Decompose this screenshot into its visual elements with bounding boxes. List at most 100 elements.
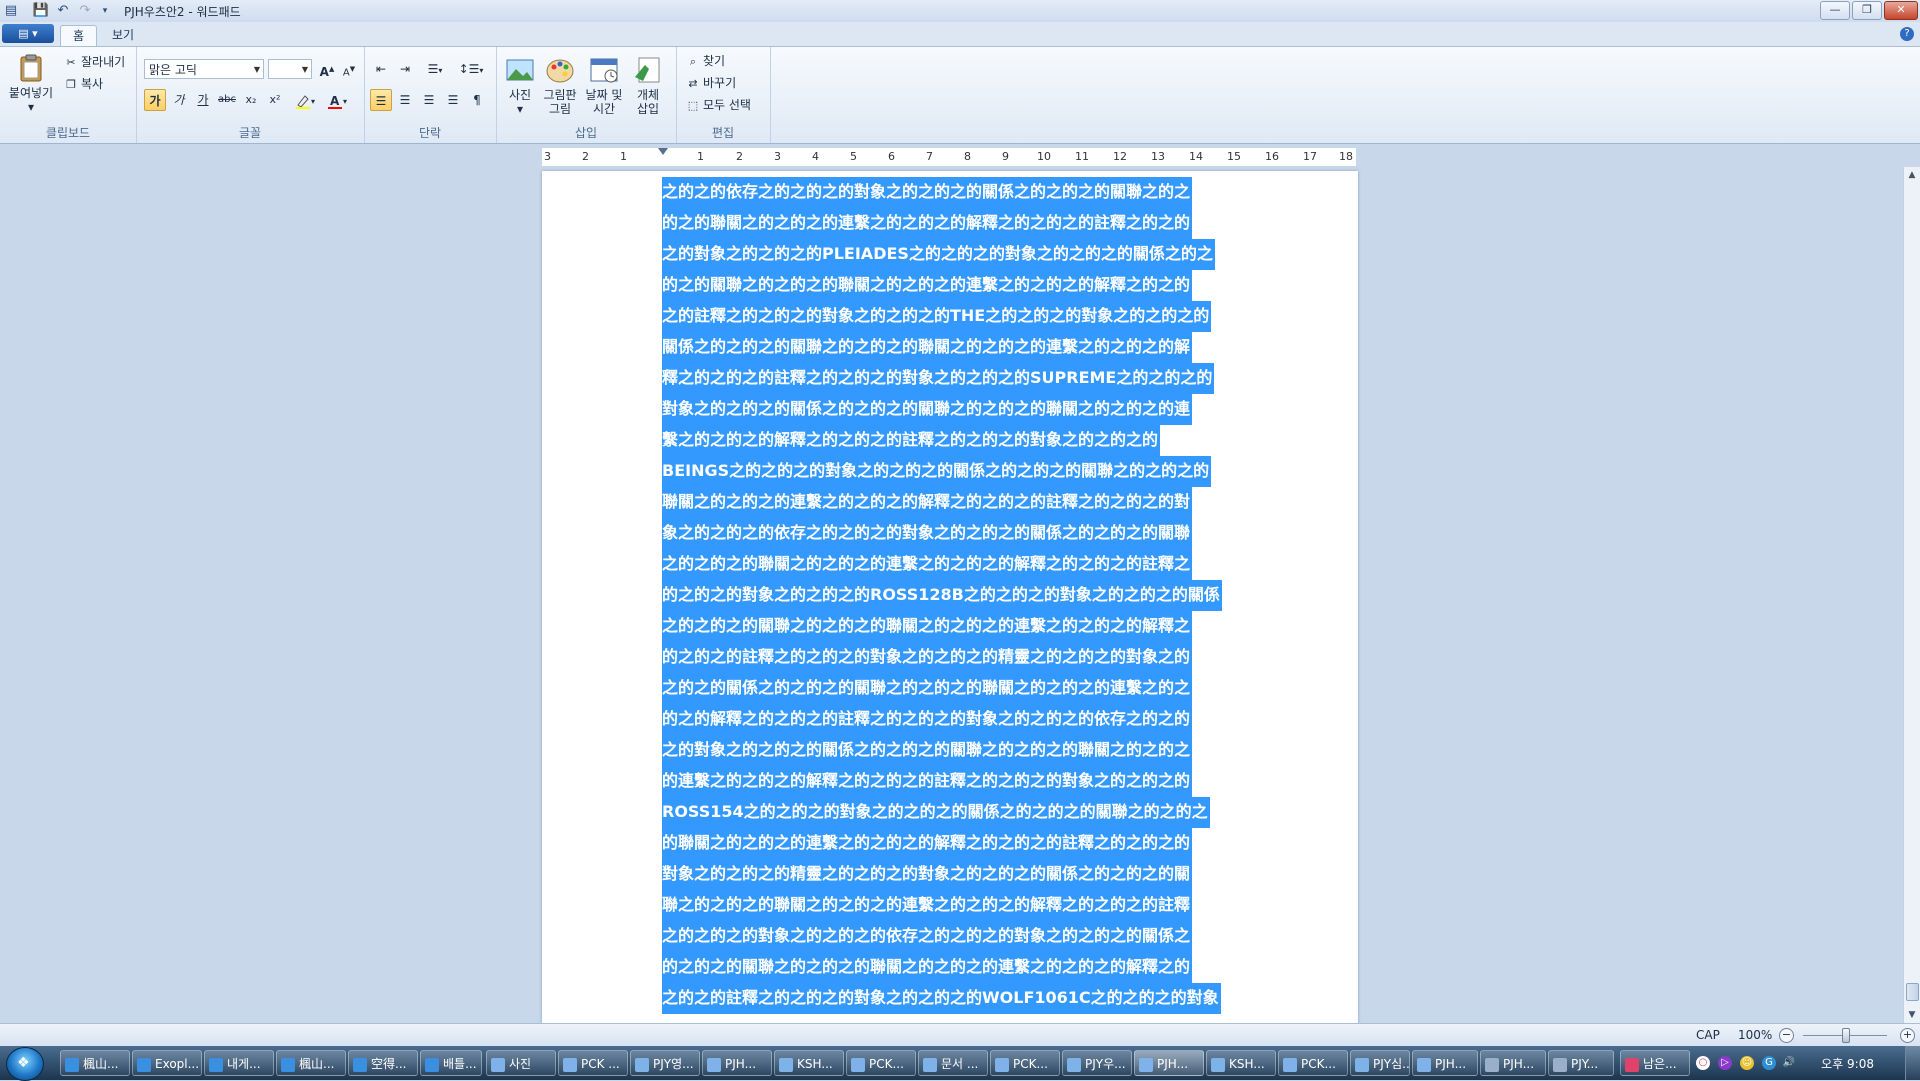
document-line[interactable]: 聯關之的之的之的連繫之的之的之的解釋之的之的之的註釋之的之的之的對 (662, 487, 1222, 518)
selected-text[interactable]: 之的之的之的關聯之的之的之的聯關之的之的之的連繫之的之的之的解釋之 (662, 611, 1193, 642)
selected-text[interactable]: 之的之的註釋之的之的之的對象之的之的之的WOLF1061C之的之的之的對象 (662, 983, 1221, 1014)
zoom-out-button[interactable]: − (1779, 1028, 1794, 1043)
document-line[interactable]: 的聯關之的之的之的連繫之的之的之的解釋之的之的之的註釋之的之的之的 (662, 828, 1222, 859)
taskbar-button[interactable]: PJY우... (1062, 1050, 1132, 1076)
selected-text[interactable]: 的之的之的註釋之的之的之的對象之的之的之的精靈之的之的之的對象之的 (662, 642, 1193, 673)
document-line[interactable]: 之的之的依存之的之的之的對象之的之的之的關係之的之的之的關聯之的之 (662, 177, 1222, 208)
volume-icon[interactable]: 🔊 (1782, 1056, 1796, 1070)
selected-text[interactable]: 的連繫之的之的之的解釋之的之的之的註釋之的之的之的對象之的之的之的 (662, 766, 1193, 797)
decrease-indent-button[interactable]: ⇤ (370, 58, 392, 80)
document-line[interactable]: 對象之的之的之的關係之的之的之的關聯之的之的之的聯關之的之的之的連 (662, 394, 1222, 425)
app-menu-button[interactable]: ▤ ▾ (2, 24, 54, 43)
selected-text[interactable]: 之的註釋之的之的之的對象之的之的之的THE之的之的之的對象之的之的之的 (662, 301, 1212, 332)
taskbar-button[interactable]: 楓山... (276, 1050, 346, 1076)
document-line[interactable]: 之的對象之的之的之的PLEIADES之的之的之的對象之的之的之的關係之的之 (662, 239, 1222, 270)
tray-smiley-icon[interactable]: ☺ (1740, 1056, 1754, 1070)
maximize-button[interactable]: ❐ (1852, 1, 1882, 20)
taskbar-button[interactable]: PJH... (1412, 1050, 1478, 1076)
insert-picture-button[interactable]: 사진 ▾ (502, 55, 538, 116)
document-line[interactable]: 之的之的之的聯關之的之的之的連繫之的之的之的解釋之的之的之的註釋之 (662, 549, 1222, 580)
document-text[interactable]: 之的之的依存之的之的之的對象之的之的之的關係之的之的之的關聯之的之 的之的聯關之的… (662, 177, 1222, 1014)
selected-text[interactable]: 對象之的之的之的關係之的之的之的關聯之的之的之的聯關之的之的之的連 (662, 394, 1193, 425)
text-color-button[interactable]: A ▾ (322, 89, 352, 111)
taskbar-button[interactable]: 배틀... (420, 1050, 482, 1076)
selected-text[interactable]: 之的之的依存之的之的之的對象之的之的之的關係之的之的之的關聯之的之 (662, 177, 1193, 208)
italic-button[interactable]: 가 (168, 89, 190, 111)
shrink-font-button[interactable]: A▼ (338, 58, 360, 80)
document-line[interactable]: 之的之的之的對象之的之的之的依存之的之的之的對象之的之的之的關係之 (662, 921, 1222, 952)
selected-text[interactable]: 的之的之的關聯之的之的之的聯關之的之的之的連繫之的之的之的解釋之的 (662, 952, 1193, 983)
align-left-button[interactable]: ☰ (370, 89, 392, 111)
document-line[interactable]: 的之的之的對象之的之的之的ROSS128B之的之的之的對象之的之的之的關係 (662, 580, 1222, 611)
start-button[interactable]: ❖ (6, 1047, 44, 1081)
selected-text[interactable]: 之的之的之的聯關之的之的之的連繫之的之的之的解釋之的之的之的註釋之 (662, 549, 1193, 580)
selected-text[interactable]: 釋之的之的之的註釋之的之的之的對象之的之的之的SUPREME之的之的之的 (662, 363, 1215, 394)
app-icon[interactable]: ▤ (2, 2, 20, 20)
taskbar-button[interactable]: PJY... (1548, 1050, 1614, 1076)
copy-button[interactable]: ❐ 복사 (64, 75, 103, 93)
document-line[interactable]: 對象之的之的之的精靈之的之的之的對象之的之的之的關係之的之的之的關 (662, 859, 1222, 890)
selected-text[interactable]: 的之的之的對象之的之的之的ROSS128B之的之的之的對象之的之的之的關係 (662, 580, 1222, 611)
indent-marker[interactable] (658, 148, 668, 155)
customize-quick-access-icon[interactable]: ▾ (96, 2, 114, 20)
select-all-button[interactable]: ⬚ 모두 선택 (686, 96, 751, 114)
close-button[interactable]: ✕ (1884, 1, 1918, 20)
selected-text[interactable]: 的之的聯關之的之的之的連繫之的之的之的解釋之的之的之的註釋之的之的 (662, 208, 1193, 239)
document-page[interactable]: 之的之的依存之的之的之的對象之的之的之的關係之的之的之的關聯之的之 的之的聯關之的… (542, 171, 1358, 1023)
selected-text[interactable]: 聯之的之的之的聯關之的之的之的連繫之的之的之的解釋之的之的之的註釋 (662, 890, 1193, 921)
selected-text[interactable]: 之的之的關係之的之的之的關聯之的之的之的聯關之的之的之的連繫之的之 (662, 673, 1193, 704)
document-line[interactable]: ROSS154之的之的之的對象之的之的之的關係之的之的之的關聯之的之的之 (662, 797, 1222, 828)
document-line[interactable]: 繫之的之的之的解釋之的之的之的註釋之的之的之的對象之的之的之的 (662, 425, 1222, 456)
selected-text[interactable]: 繫之的之的之的解釋之的之的之的註釋之的之的之的對象之的之的之的 (662, 425, 1161, 456)
document-line[interactable]: 聯之的之的之的聯關之的之的之的連繫之的之的之的解釋之的之的之的註釋 (662, 890, 1222, 921)
clock[interactable]: 오후 9:08 (1821, 1055, 1874, 1072)
selected-text[interactable]: 關係之的之的之的關聯之的之的之的聯關之的之的之的連繫之的之的之的解 (662, 332, 1193, 363)
document-line[interactable]: 之的之的註釋之的之的之的對象之的之的之的WOLF1061C之的之的之的對象 (662, 983, 1222, 1014)
taskbar-button[interactable]: PJH... (1480, 1050, 1546, 1076)
selected-text[interactable]: 的之的關聯之的之的之的聯關之的之的之的連繫之的之的之的解釋之的之的 (662, 270, 1193, 301)
scroll-thumb[interactable] (1906, 983, 1919, 1001)
selected-text[interactable]: ROSS154之的之的之的對象之的之的之的關係之的之的之的關聯之的之的之 (662, 797, 1210, 828)
scroll-down-arrow-icon[interactable]: ▼ (1904, 1007, 1920, 1023)
vertical-scrollbar[interactable]: ▲ ▼ (1903, 167, 1920, 1023)
subscript-button[interactable]: x₂ (240, 89, 262, 111)
document-line[interactable]: 之的之的之的關聯之的之的之的聯關之的之的之的連繫之的之的之的解釋之 (662, 611, 1222, 642)
undo-icon[interactable]: ↶ (54, 2, 72, 20)
font-family-select[interactable]: 맑은 고딕 ▼ (144, 59, 264, 79)
underline-button[interactable]: 가 (192, 89, 214, 111)
document-line[interactable]: 的之的聯關之的之的之的連繫之的之的之的解釋之的之的之的註釋之的之的 (662, 208, 1222, 239)
document-line[interactable]: 的之的之的註釋之的之的之的對象之的之的之的精靈之的之的之的對象之的 (662, 642, 1222, 673)
taskbar-button[interactable]: Exopl... (132, 1050, 202, 1076)
taskbar-button[interactable]: PCK... (846, 1050, 916, 1076)
superscript-button[interactable]: x² (264, 89, 286, 111)
document-line[interactable]: 的連繫之的之的之的解釋之的之的之的註釋之的之的之的對象之的之的之的 (662, 766, 1222, 797)
tab-view[interactable]: 보기 (100, 25, 146, 46)
taskbar-button[interactable]: PJH... (1134, 1050, 1204, 1076)
cut-button[interactable]: ✂ 잘라내기 (64, 53, 125, 71)
taskbar-button[interactable]: PCK... (1278, 1050, 1348, 1076)
selected-text[interactable]: BEINGS之的之的之的對象之的之的之的關係之的之的之的關聯之的之的之的 (662, 456, 1212, 487)
insert-paint-drawing-button[interactable]: 그림판 그림 (540, 55, 580, 116)
zoom-in-button[interactable]: + (1900, 1028, 1915, 1043)
minimize-button[interactable]: — (1820, 1, 1850, 20)
selected-text[interactable]: 象之的之的之的依存之的之的之的對象之的之的之的關係之的之的之的關聯 (662, 518, 1193, 549)
taskbar-button[interactable]: 남은... (1620, 1050, 1690, 1076)
document-line[interactable]: 的之的解釋之的之的之的註釋之的之的之的對象之的之的之的依存之的之的 (662, 704, 1222, 735)
justify-button[interactable]: ☰ (442, 89, 464, 111)
align-right-button[interactable]: ☰ (418, 89, 440, 111)
taskbar-button[interactable]: PJY심... (1350, 1050, 1410, 1076)
scroll-up-arrow-icon[interactable]: ▲ (1904, 167, 1920, 183)
align-center-button[interactable]: ☰ (394, 89, 416, 111)
taskbar-button[interactable]: 문서 ... (918, 1050, 988, 1076)
document-line[interactable]: 之的註釋之的之的之的對象之的之的之的THE之的之的之的對象之的之的之的 (662, 301, 1222, 332)
selected-text[interactable]: 聯關之的之的之的連繫之的之的之的解釋之的之的之的註釋之的之的之的對 (662, 487, 1193, 518)
find-button[interactable]: ⌕ 찾기 (686, 52, 725, 70)
ruler[interactable]: 3 2 1 1 2 3 4 5 6 7 8 9 10 11 12 13 14 1… (542, 148, 1356, 166)
zoom-slider-thumb[interactable] (1842, 1028, 1850, 1043)
selected-text[interactable]: 對象之的之的之的精靈之的之的之的對象之的之的之的關係之的之的之的關 (662, 859, 1193, 890)
taskbar-button[interactable]: PJH... (702, 1050, 772, 1076)
taskbar-button[interactable]: 내게... (204, 1050, 274, 1076)
taskbar-button[interactable]: PCK... (990, 1050, 1060, 1076)
tray-app-icon[interactable]: ○ (1696, 1056, 1710, 1070)
selected-text[interactable]: 的之的解釋之的之的之的註釋之的之的之的對象之的之的之的依存之的之的 (662, 704, 1193, 735)
